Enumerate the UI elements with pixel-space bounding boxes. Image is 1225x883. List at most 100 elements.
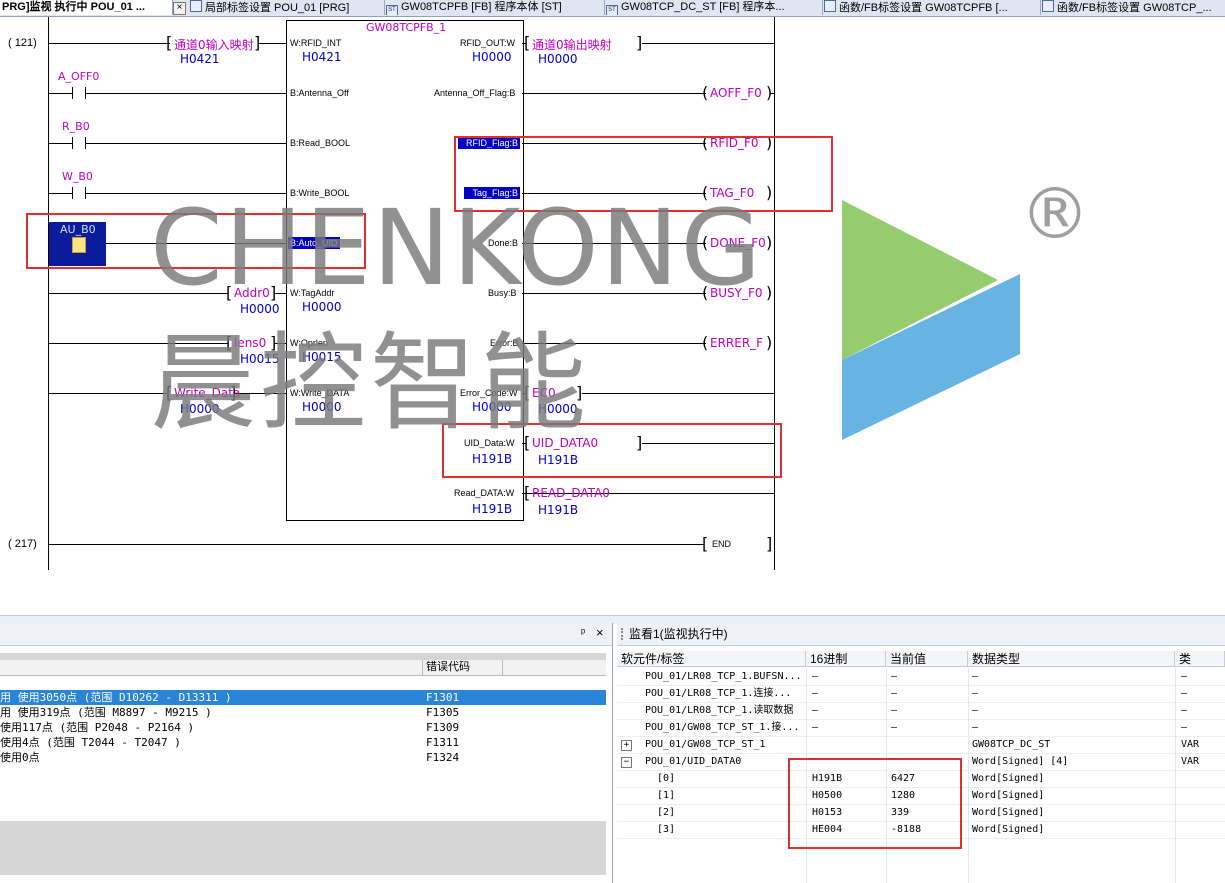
column-header[interactable]: 当前值 xyxy=(886,651,968,667)
output-label[interactable]: READ_DATA0 xyxy=(532,486,610,500)
cell-type: Word[Signed] xyxy=(972,773,1045,784)
st-icon: ST xyxy=(606,5,618,15)
rung-wire xyxy=(48,544,704,545)
cell-class: VAR xyxy=(1181,756,1200,767)
pane-header: ᵖ × xyxy=(0,623,612,646)
cell-type: Word[Signed] xyxy=(972,824,1045,835)
tab-local-label-settings[interactable]: 局部标签设置 POU_01 [PRG] xyxy=(188,0,385,15)
right-power-rail xyxy=(774,17,775,570)
end-bracket: [ xyxy=(702,534,709,553)
table-row[interactable]: 使用4点 (范围 T2044 - T2047 ) F1311 xyxy=(0,735,606,750)
cell-hex: — xyxy=(812,722,819,733)
grip-icon[interactable] xyxy=(621,628,626,640)
cell-name: POU_01/UID_DATA0 xyxy=(645,756,742,767)
cell-value: — xyxy=(891,688,898,699)
input-value: H0421 xyxy=(180,52,220,66)
fb-input-pin: B:Read_BOOL xyxy=(290,138,351,148)
table-row[interactable]: 使用117点 (范围 P2048 - P2164 ) F1309 xyxy=(0,720,606,735)
fb-output-pin: RFID_OUT:W xyxy=(460,38,515,48)
column-divider xyxy=(1175,668,1176,883)
cell-class: — xyxy=(1181,722,1188,733)
table-row[interactable]: 用 使用3050点 (范围 D10262 - D13311 ) F1301 xyxy=(0,690,606,705)
close-icon[interactable]: × xyxy=(170,1,186,15)
coil-label[interactable]: AOFF_F0 xyxy=(710,86,762,100)
cell-name: POU_01/LR08_TCP_1.连接... xyxy=(645,688,792,699)
cell-name: [1] xyxy=(657,790,676,801)
end-instruction[interactable]: END xyxy=(712,539,731,549)
coil-icon[interactable]: ) xyxy=(766,85,772,101)
operand-bracket: [ xyxy=(524,483,531,502)
row-text: 用 使用3050点 (范围 D10262 - D13311 ) xyxy=(0,691,232,704)
coil-label[interactable]: ERRER_F xyxy=(710,336,763,350)
cell-name: [2] xyxy=(657,807,676,818)
operand-bracket: [ xyxy=(524,33,531,52)
watch-row[interactable]: POU_01/GW08_TCP_ST_1.接... — — — — xyxy=(617,719,1225,737)
close-icon[interactable]: × xyxy=(596,625,604,640)
column-header: 错误代码 xyxy=(426,661,470,673)
pin-icon[interactable]: ᵖ xyxy=(581,627,585,639)
cell-value: — xyxy=(891,722,898,733)
table-icon xyxy=(1042,0,1054,12)
coil-icon[interactable]: ) xyxy=(766,235,772,251)
fb-instance-name: GW08TCPFB_1 xyxy=(366,21,447,34)
cell-hex: — xyxy=(812,705,819,716)
tab-pou01-monitor[interactable]: PRG]监视 执行中 POU_01 ... xyxy=(0,0,173,15)
tab-label: GW08TCPFB [FB] 程序本体 [ST] xyxy=(401,1,562,13)
registered-mark: ® xyxy=(1020,173,1090,255)
coil-icon[interactable]: ) xyxy=(766,335,772,351)
table-row[interactable]: 用 使用319点 (范围 M8897 - M9215 ) F1305 xyxy=(0,705,606,720)
coil-icon[interactable]: ( xyxy=(702,85,708,101)
contact-label[interactable]: A_OFF0 xyxy=(58,70,99,83)
rung-wire xyxy=(522,93,706,94)
no-contact-icon[interactable] xyxy=(72,137,86,149)
expand-icon[interactable]: + xyxy=(621,740,632,751)
watermark-text-en: CHENKONG xyxy=(150,187,764,309)
row-text: 用 使用319点 (范围 M8897 - M9215 ) xyxy=(0,706,212,719)
output-label[interactable]: 通道0输出映射 xyxy=(532,36,612,53)
watch-row[interactable]: + POU_01/GW08_TCP_ST_1 GW08TCP_DC_ST VAR xyxy=(617,736,1225,754)
cell-class: — xyxy=(1181,688,1188,699)
column-header[interactable]: 16进制 xyxy=(806,651,886,667)
output-value: H0000 xyxy=(538,52,578,66)
cell-value: — xyxy=(891,671,898,682)
watch-row[interactable]: POU_01/LR08_TCP_1.BUFSN... — — — — xyxy=(617,668,1225,686)
column-header[interactable]: 类 xyxy=(1175,651,1225,667)
tab-label: PRG]监视 执行中 POU_01 ... xyxy=(2,1,146,13)
contact-label[interactable]: R_B0 xyxy=(62,120,90,133)
table-row[interactable]: 使用0点 F1324 xyxy=(0,750,606,765)
column-divider xyxy=(968,668,969,883)
coil-icon[interactable]: ( xyxy=(702,335,708,351)
ladder-editor[interactable]: ( 121) ( 217) GW08TCPFB_1 [ 通道0输入映射 H042… xyxy=(0,17,1225,615)
fb-input-pin: W:RFID_INT xyxy=(290,38,342,48)
no-contact-icon[interactable] xyxy=(72,87,86,99)
tab-gw08tcpfb-body[interactable]: ST GW08TCPFB [FB] 程序本体 [ST] xyxy=(384,0,605,15)
tab-label: GW08TCP_DC_ST [FB] 程序本... xyxy=(621,1,785,13)
cell-name: POU_01/GW08_TCP_ST_1.接... xyxy=(645,722,800,733)
cell-type: — xyxy=(972,705,979,716)
operand-bracket: [ xyxy=(166,33,173,52)
rung-wire xyxy=(642,43,774,44)
watch-title-bar: 监看1(监视执行中) xyxy=(617,623,1225,646)
input-label[interactable]: 通道0输入映射 xyxy=(174,36,254,53)
step-number: ( 217) xyxy=(8,538,37,550)
st-icon: ST xyxy=(386,5,398,15)
cell-value: — xyxy=(891,705,898,716)
device-usage-pane: ᵖ × 错误代码 用 使用3050点 (范围 D10262 - D13311 )… xyxy=(0,623,613,883)
coil-icon[interactable]: ) xyxy=(766,285,772,301)
tab-label: 函数/FB标签设置 GW08TCPFB [... xyxy=(839,2,1008,14)
cell-hex: — xyxy=(812,671,819,682)
tab-fb-label-settings-2[interactable]: 函数/FB标签设置 GW08TCP_... xyxy=(1040,0,1225,15)
tab-gw08tcp-dc-st-body[interactable]: ST GW08TCP_DC_ST [FB] 程序本... xyxy=(604,0,823,15)
table-header: 错误代码 xyxy=(0,660,606,676)
operand-bracket: ] xyxy=(636,33,643,52)
watch-row[interactable]: POU_01/LR08_TCP_1.读取数据 — — — — xyxy=(617,702,1225,720)
fb-pin-value: H191B xyxy=(472,502,513,516)
tab-fb-label-settings-1[interactable]: 函数/FB标签设置 GW08TCPFB [... xyxy=(822,0,1041,15)
cell-hex: — xyxy=(812,688,819,699)
column-header[interactable]: 数据类型 xyxy=(968,651,1175,667)
collapse-icon[interactable]: − xyxy=(621,757,632,768)
column-header[interactable]: 软元件/标签 xyxy=(617,651,806,667)
no-contact-icon[interactable] xyxy=(72,187,86,199)
contact-label[interactable]: W_B0 xyxy=(62,170,93,183)
watch-row[interactable]: POU_01/LR08_TCP_1.连接... — — — — xyxy=(617,685,1225,703)
